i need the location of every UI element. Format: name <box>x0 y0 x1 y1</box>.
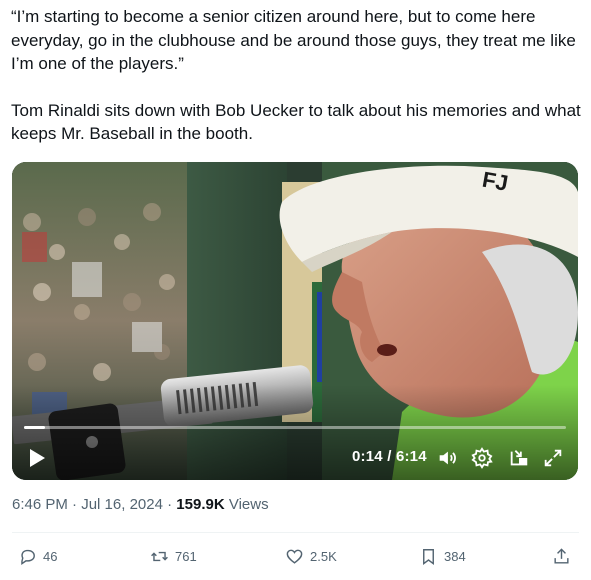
progress-bar[interactable] <box>24 426 566 429</box>
fullscreen-icon[interactable] <box>542 447 564 469</box>
reply-icon <box>21 549 35 565</box>
reply-count: 46 <box>43 548 58 564</box>
meta-separator: · <box>67 496 82 513</box>
settings-icon[interactable] <box>471 447 493 469</box>
pip-icon[interactable] <box>508 447 530 469</box>
video-time: 0:14 / 6:14 <box>352 448 427 465</box>
post-time[interactable]: 6:46 PM <box>12 496 68 513</box>
meta-separator: · <box>162 496 177 513</box>
time-separator: / <box>382 448 396 465</box>
tweet-meta: 6:46 PM · Jul 16, 2024 · 159.9K Views <box>12 496 269 513</box>
tweet-text: “I’m starting to become a senior citizen… <box>11 5 581 146</box>
share-icon <box>554 547 569 564</box>
bookmark-icon <box>423 548 434 565</box>
volume-icon[interactable] <box>436 447 458 469</box>
bookmark-count: 384 <box>444 548 466 564</box>
views-label: Views <box>224 496 269 513</box>
post-date[interactable]: Jul 16, 2024 <box>81 496 163 513</box>
repost-icon <box>151 551 168 561</box>
time-current: 0:14 <box>352 448 383 465</box>
tweet-body: Tom Rinaldi sits down with Bob Uecker to… <box>11 100 581 144</box>
action-bar: 46 761 2.5K 384 <box>0 544 591 568</box>
share-button[interactable] <box>552 544 577 568</box>
tweet-quote: “I’m starting to become a senior citizen… <box>11 7 576 73</box>
reply-button[interactable]: 46 <box>18 544 57 568</box>
progress-fill <box>24 426 45 429</box>
time-total: 6:14 <box>395 448 427 465</box>
like-icon <box>286 549 303 564</box>
video-player[interactable]: FJ 0:14 / 6:14 <box>12 162 578 480</box>
play-icon[interactable] <box>28 448 46 468</box>
divider <box>12 532 579 533</box>
repost-button[interactable]: 761 <box>150 544 197 568</box>
views-count: 159.9K <box>176 496 225 513</box>
repost-count: 761 <box>175 548 197 564</box>
video-controls: 0:14 / 6:14 <box>12 420 578 480</box>
bookmark-button[interactable]: 384 <box>419 544 466 568</box>
like-count: 2.5K <box>310 548 337 564</box>
like-button[interactable]: 2.5K <box>285 544 337 568</box>
